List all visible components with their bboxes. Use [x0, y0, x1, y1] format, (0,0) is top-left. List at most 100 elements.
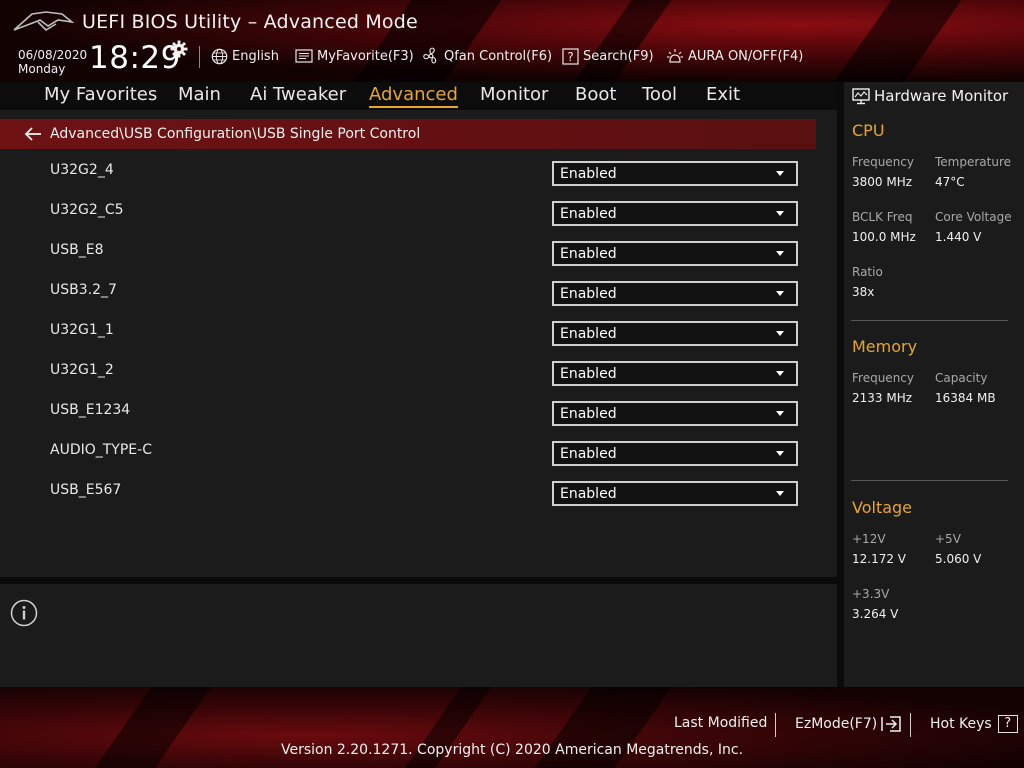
globe-icon	[211, 48, 228, 64]
app-title: UEFI BIOS Utility – Advanced Mode	[82, 11, 418, 33]
aura-label: AURA ON/OFF(F4)	[688, 48, 804, 64]
setting-row[interactable]: U32G1_2 Enabled	[0, 350, 837, 390]
caret-down-icon	[776, 291, 784, 296]
setting-dropdown[interactable]: Enabled	[552, 201, 798, 226]
ezmode-button[interactable]: EzMode(F7)	[795, 715, 902, 733]
setting-dropdown[interactable]: Enabled	[552, 321, 798, 346]
v33-label: +3.3V	[852, 587, 890, 601]
dropdown-value: Enabled	[560, 205, 617, 222]
language-button[interactable]: English	[211, 46, 279, 66]
caret-down-icon	[776, 331, 784, 336]
v5-value: 5.060 V	[935, 552, 982, 566]
exit-arrow-icon	[881, 716, 901, 732]
setting-label: U32G2_4	[50, 162, 114, 178]
caret-down-icon	[776, 171, 784, 176]
setting-dropdown[interactable]: Enabled	[552, 241, 798, 266]
dropdown-value: Enabled	[560, 485, 617, 502]
setting-row[interactable]: USB_E1234 Enabled	[0, 390, 837, 430]
date-text: 06/08/2020	[18, 48, 88, 62]
tab-monitor[interactable]: Monitor	[480, 84, 548, 106]
tab-ai-tweaker[interactable]: Ai Tweaker	[250, 84, 346, 106]
ratio-value: 38x	[852, 285, 875, 299]
setting-row[interactable]: U32G2_4 Enabled	[0, 150, 837, 190]
clock-display: 18:29	[89, 40, 181, 76]
dropdown-value: Enabled	[560, 365, 617, 382]
ratio-label: Ratio	[852, 265, 883, 279]
setting-dropdown[interactable]: Enabled	[552, 441, 798, 466]
v12-value: 12.172 V	[852, 552, 907, 566]
core-voltage-value: 1.440 V	[935, 230, 982, 244]
setting-row[interactable]: U32G2_C5 Enabled	[0, 190, 837, 230]
top-header: UEFI BIOS Utility – Advanced Mode 06/08/…	[0, 0, 1024, 82]
setting-dropdown[interactable]: Enabled	[552, 481, 798, 506]
rog-logo-icon	[13, 11, 74, 32]
setting-dropdown[interactable]: Enabled	[552, 361, 798, 386]
v5-label: +5V	[935, 532, 961, 546]
memory-section-title: Memory	[852, 337, 918, 356]
tab-exit[interactable]: Exit	[706, 84, 740, 106]
cpu-frequency-value: 3800 MHz	[852, 175, 913, 189]
qfan-button[interactable]: Qfan Control(F6)	[422, 46, 552, 66]
footer-bar: Last Modified EzMode(F7) Hot Keys ? Vers…	[0, 687, 1024, 768]
gear-icon[interactable]	[170, 40, 188, 58]
breadcrumb-path: Advanced\USB Configuration\USB Single Po…	[50, 126, 421, 142]
setting-row[interactable]: USB3.2_7 Enabled	[0, 270, 837, 310]
tab-boot[interactable]: Boot	[575, 84, 616, 106]
setting-label: USB_E567	[50, 482, 122, 498]
setting-dropdown[interactable]: Enabled	[552, 161, 798, 186]
caret-down-icon	[776, 371, 784, 376]
setting-row[interactable]: U32G1_1 Enabled	[0, 310, 837, 350]
setting-label: USB_E8	[50, 242, 104, 258]
setting-row[interactable]: AUDIO_TYPE-C Enabled	[0, 430, 837, 470]
dropdown-value: Enabled	[560, 445, 617, 462]
myfavorite-button[interactable]: MyFavorite(F3)	[295, 46, 414, 66]
setting-label: USB3.2_7	[50, 282, 117, 298]
hardware-monitor-panel: Hardware Monitor CPU Frequency Temperatu…	[844, 82, 1024, 687]
setting-label: AUDIO_TYPE-C	[50, 442, 152, 458]
qfan-label: Qfan Control(F6)	[444, 48, 553, 64]
day-text: Monday	[18, 62, 66, 76]
tab-advanced[interactable]: Advanced	[369, 84, 458, 108]
cpu-section-title: CPU	[852, 121, 885, 140]
language-label: English	[232, 48, 279, 64]
tab-tool[interactable]: Tool	[642, 84, 677, 106]
info-icon	[10, 599, 38, 627]
setting-label: USB_E1234	[50, 402, 131, 418]
header-divider	[199, 46, 200, 68]
fan-icon	[423, 47, 437, 64]
aura-button[interactable]: AURA ON/OFF(F4)	[666, 46, 803, 66]
breadcrumb: Advanced\USB Configuration\USB Single Po…	[0, 119, 816, 149]
hardware-monitor-title: Hardware Monitor	[874, 87, 1009, 105]
search-button[interactable]: ? Search(F9)	[562, 46, 654, 66]
dropdown-value: Enabled	[560, 405, 617, 422]
memory-capacity-value: 16384 MB	[935, 391, 996, 405]
setting-label: U32G1_2	[50, 362, 114, 378]
footer-divider	[910, 713, 911, 737]
tab-main[interactable]: Main	[178, 84, 221, 106]
back-arrow-icon[interactable]	[24, 127, 42, 141]
last-modified-button[interactable]: Last Modified	[674, 715, 767, 731]
setting-row[interactable]: USB_E8 Enabled	[0, 230, 837, 270]
section-divider	[851, 480, 1008, 481]
hotkeys-button[interactable]: Hot Keys ?	[930, 715, 1018, 733]
help-key-icon: ?	[997, 715, 1018, 733]
hardware-monitor-header: Hardware Monitor	[852, 85, 1008, 107]
setting-dropdown[interactable]: Enabled	[552, 281, 798, 306]
hotkeys-label: Hot Keys	[930, 716, 992, 732]
tab-my-favorites[interactable]: My Favorites	[44, 84, 157, 106]
dropdown-value: Enabled	[560, 165, 617, 182]
search-help-icon: ?	[562, 47, 579, 65]
copyright-text: Version 2.20.1271. Copyright (C) 2020 Am…	[280, 742, 744, 758]
cpu-temperature-label: Temperature	[935, 155, 1012, 169]
favorite-list-icon	[295, 49, 313, 63]
dropdown-value: Enabled	[560, 285, 617, 302]
dropdown-value: Enabled	[560, 245, 617, 262]
cpu-temperature-value: 47°C	[935, 175, 965, 189]
caret-down-icon	[776, 211, 784, 216]
footer-divider	[775, 713, 776, 737]
setting-row[interactable]: USB_E567 Enabled	[0, 470, 837, 510]
setting-dropdown[interactable]: Enabled	[552, 401, 798, 426]
search-label: Search(F9)	[583, 48, 654, 64]
main-menu-bar: My Favorites Main Ai Tweaker Advanced Mo…	[0, 82, 838, 110]
caret-down-icon	[776, 411, 784, 416]
